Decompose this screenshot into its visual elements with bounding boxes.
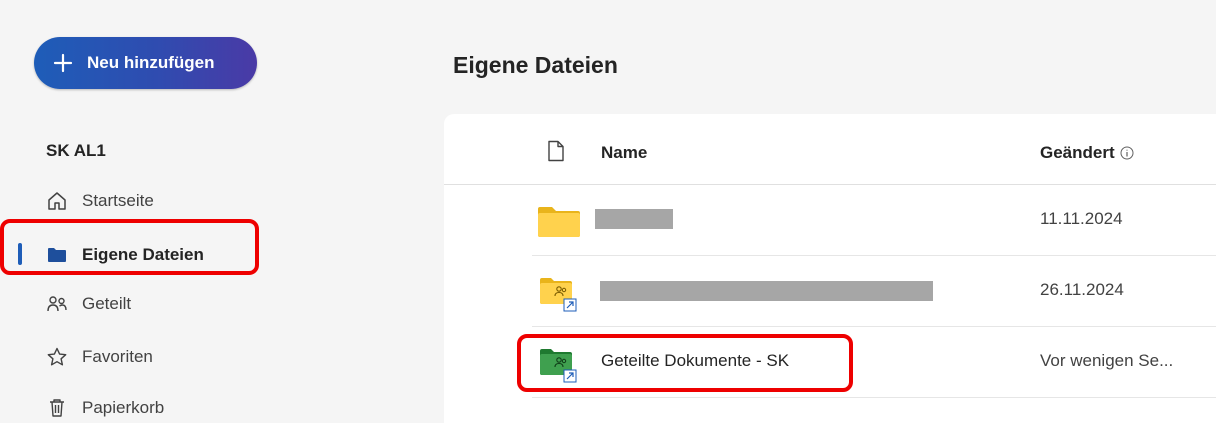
add-new-label: Neu hinzufügen xyxy=(87,53,215,72)
file-list: Name Geändert 11.11.2024 26.11.2024 Gete… xyxy=(444,114,1216,423)
sidebar-item-home[interactable]: Startseite xyxy=(46,186,154,216)
column-header-modified[interactable]: Geändert xyxy=(1040,143,1134,163)
add-new-button[interactable]: Neu hinzufügen xyxy=(34,37,257,89)
file-type-icon[interactable] xyxy=(547,140,565,162)
people-icon xyxy=(46,293,68,315)
sidebar-item-label: Eigene Dateien xyxy=(82,245,204,264)
redacted-name xyxy=(595,209,673,229)
table-row[interactable]: Geteilte Dokumente - SK Vor wenigen Se..… xyxy=(532,327,1216,398)
modified-date: 11.11.2024 xyxy=(1040,209,1123,228)
sidebar-item-my-files[interactable]: Eigene Dateien xyxy=(46,240,204,270)
redacted-name xyxy=(600,281,933,301)
sidebar-item-label: Startseite xyxy=(82,191,154,210)
column-header-row: Name Geändert xyxy=(444,114,1216,185)
info-icon[interactable] xyxy=(1120,146,1134,160)
active-indicator xyxy=(18,243,22,265)
table-row[interactable]: 11.11.2024 xyxy=(532,185,1216,256)
star-icon xyxy=(46,346,68,368)
sidebar-item-label: Favoriten xyxy=(82,347,153,366)
sidebar-item-label: Papierkorb xyxy=(82,398,165,417)
modified-date: Vor wenigen Se... xyxy=(1040,351,1174,370)
shared-green-folder-icon xyxy=(540,349,577,383)
sidebar-item-shared[interactable]: Geteilt xyxy=(46,289,131,319)
plus-icon xyxy=(53,53,73,73)
shared-yellow-folder-icon xyxy=(540,278,577,312)
sidebar: Neu hinzufügen SK AL1 Startseite Eigene … xyxy=(0,0,440,423)
account-section-title: SK AL1 xyxy=(46,141,106,160)
home-icon xyxy=(46,190,68,212)
sidebar-item-favorites[interactable]: Favoriten xyxy=(46,342,153,372)
column-header-name[interactable]: Name xyxy=(601,143,647,163)
modified-date: 26.11.2024 xyxy=(1040,280,1124,299)
sidebar-item-label: Geteilt xyxy=(82,294,132,313)
folder-icon xyxy=(46,244,68,266)
page-title: Eigene Dateien xyxy=(453,52,618,78)
sidebar-item-recycle-bin[interactable]: Papierkorb xyxy=(46,393,164,423)
table-row[interactable]: 26.11.2024 xyxy=(532,256,1216,327)
yellow-folder-icon xyxy=(538,207,580,237)
file-name[interactable]: Geteilte Dokumente - SK xyxy=(601,351,789,371)
column-header-modified-label: Geändert xyxy=(1040,143,1115,162)
trash-icon xyxy=(46,397,68,419)
